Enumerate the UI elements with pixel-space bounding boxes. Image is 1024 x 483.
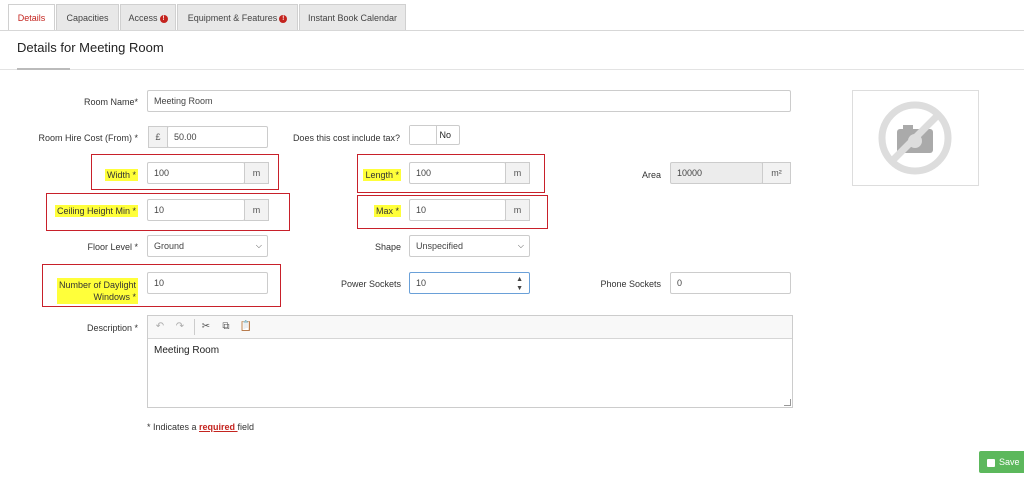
label-line: Windows * [93, 292, 136, 302]
save-button[interactable]: Save [979, 451, 1024, 473]
tab-label: Equipment & Features [187, 13, 278, 23]
page-title: Details for Meeting Room [17, 40, 164, 55]
ceiling-max-unit: m [505, 199, 530, 221]
description-label: Description * [86, 323, 138, 333]
area-unit: m² [762, 162, 791, 184]
paste-icon[interactable]: 📋 [238, 319, 254, 335]
shape-select[interactable]: Unspecified ⌵ [409, 235, 530, 257]
copy-icon[interactable]: ⧉ [218, 319, 234, 335]
ceiling-min-label-text: Ceiling Height Min * [54, 205, 138, 217]
currency-addon: £ [148, 126, 168, 148]
hire-cost-label: Room Hire Cost (From) * [38, 133, 138, 143]
ceiling-max-label: Max * [300, 205, 401, 217]
room-photo-placeholder[interactable] [852, 90, 979, 186]
title-underline [17, 68, 70, 70]
area-label: Area [641, 170, 661, 180]
ceiling-min-input[interactable]: 10 [147, 199, 245, 221]
width-unit: m [244, 162, 269, 184]
required-link[interactable]: required [199, 422, 238, 432]
chevron-down-icon: ⌵ [517, 241, 524, 250]
stepper-icon[interactable]: ▲ ▼ [516, 275, 523, 293]
editor-toolbar: ↶ ↷ ✂ ⧉ 📋 [148, 316, 792, 339]
alert-icon: ! [159, 14, 168, 23]
tab-access[interactable]: Access! [120, 4, 176, 30]
daylight-windows-label-text: Number of Daylight Windows * [56, 278, 138, 304]
tab-equipment-features[interactable]: Equipment & Features! [177, 4, 298, 30]
ceiling-max-input[interactable]: 10 [409, 199, 506, 221]
tax-toggle[interactable]: No [409, 125, 460, 145]
daylight-windows-label: Number of Daylight Windows * [20, 278, 138, 304]
tab-capacities[interactable]: Capacities [56, 4, 119, 30]
daylight-windows-input[interactable]: 10 [147, 272, 268, 294]
length-label-text: Length * [363, 169, 401, 181]
power-sockets-input[interactable]: 10 ▲ ▼ [409, 272, 530, 294]
room-name-input[interactable]: Meeting Room [147, 90, 791, 112]
label-line: Number of Daylight [58, 280, 136, 290]
tab-label: Capacities [66, 13, 109, 23]
save-label: Save [999, 457, 1020, 467]
width-input[interactable]: 100 [147, 162, 245, 184]
length-unit: m [505, 162, 530, 184]
phone-sockets-label: Phone Sockets [600, 279, 661, 289]
toggle-text: No [439, 130, 451, 140]
hire-cost-input[interactable]: 50.00 [167, 126, 268, 148]
floppy-icon [987, 458, 995, 467]
length-label: Length * [300, 169, 401, 181]
footnote-suffix: field [237, 422, 255, 432]
resize-handle[interactable] [784, 399, 791, 406]
footnote-prefix: * Indicates a [147, 422, 200, 432]
toggle-knob [410, 126, 437, 144]
area-input: 10000 [670, 162, 763, 184]
tax-label: Does this cost include tax? [292, 133, 400, 143]
redo-icon[interactable]: ↷ [172, 319, 188, 335]
ceiling-min-label: Ceiling Height Min * [20, 205, 138, 217]
tab-label: Access [128, 13, 158, 23]
room-name-label: Room Name* [83, 97, 138, 107]
length-input[interactable]: 100 [409, 162, 506, 184]
cut-icon[interactable]: ✂ [198, 319, 214, 335]
tab-instant-book-calendar[interactable]: Instant Book Calendar [299, 4, 406, 30]
description-text[interactable]: Meeting Room [148, 339, 792, 362]
ceiling-min-unit: m [244, 199, 269, 221]
width-label: Width * [20, 169, 138, 181]
shape-label: Shape [374, 242, 401, 252]
no-camera-icon [878, 101, 952, 175]
floor-level-label: Floor Level * [87, 242, 138, 252]
floor-level-value: Ground [154, 241, 185, 251]
tab-details[interactable]: Details [8, 4, 55, 32]
tab-label: Details [17, 13, 46, 23]
shape-value: Unspecified [416, 241, 464, 251]
tab-label: Instant Book Calendar [307, 13, 398, 23]
required-footnote: * Indicates a required field [147, 422, 254, 432]
tab-bar: Details Capacities Access! Equipment & F… [0, 0, 1024, 32]
width-label-text: Width * [104, 169, 138, 181]
alert-icon: ! [279, 14, 288, 23]
chevron-down-icon: ⌵ [255, 241, 262, 250]
ceiling-max-label-text: Max * [373, 205, 401, 217]
power-sockets-label: Power Sockets [340, 279, 401, 289]
description-editor[interactable]: ↶ ↷ ✂ ⧉ 📋 Meeting Room [147, 315, 793, 408]
phone-sockets-input[interactable]: 0 [670, 272, 791, 294]
undo-icon[interactable]: ↶ [152, 319, 168, 335]
power-sockets-value: 10 [416, 278, 427, 288]
floor-level-select[interactable]: Ground ⌵ [147, 235, 268, 257]
toolbar-divider [194, 319, 195, 335]
header-divider [0, 69, 1024, 70]
